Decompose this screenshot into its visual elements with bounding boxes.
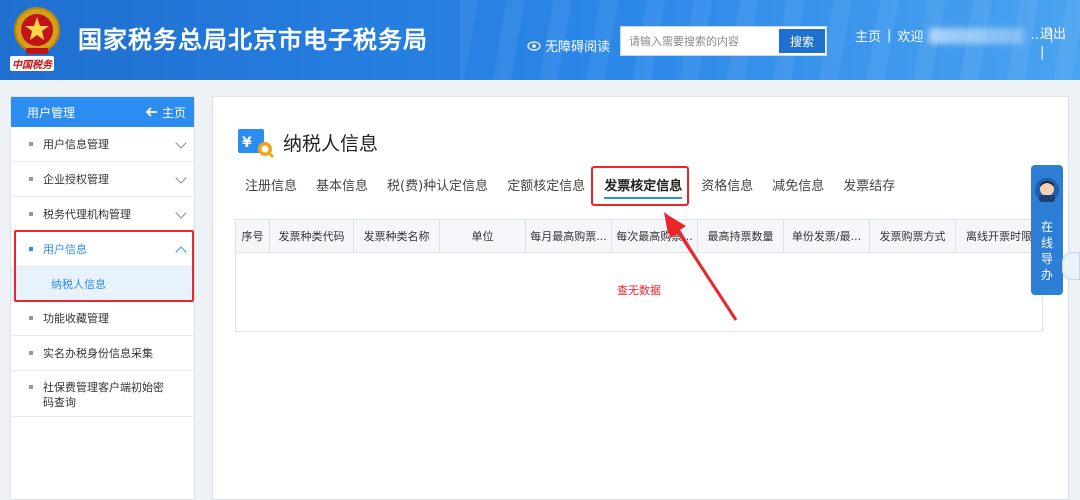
chevron-down-icon — [175, 207, 187, 219]
tab-registration-info[interactable]: 注册信息 — [245, 177, 297, 199]
search-button[interactable]: 搜索 — [779, 29, 825, 53]
chevron-down-icon — [175, 172, 187, 184]
column-header[interactable]: 每月最高购票... — [526, 220, 612, 252]
column-header[interactable]: 序号 — [236, 220, 270, 252]
divider: | — [887, 28, 892, 43]
column-header[interactable]: 单位 — [440, 220, 526, 252]
eye-icon — [527, 40, 541, 51]
highlight-box-sidebar — [14, 230, 194, 302]
tab-qualification-info[interactable]: 资格信息 — [701, 177, 753, 199]
search-box: 搜索 — [620, 26, 827, 56]
column-header[interactable]: 单份发票/最... — [784, 220, 870, 252]
home-link[interactable]: 主页 — [855, 26, 881, 45]
tab-quota-info[interactable]: 定额核定信息 — [507, 177, 585, 199]
bullet-icon — [29, 351, 33, 355]
welcome-text: 欢迎 — [897, 30, 924, 45]
sidebar-item-tax-agency[interactable]: 税务代理机构管理 — [11, 197, 194, 232]
invoice-table: 序号 发票种类代码 发票种类名称 单位 每月最高购票... 每次最高购票... … — [235, 219, 1043, 332]
tab-tax-type-info[interactable]: 税(费)种认定信息 — [387, 177, 488, 199]
logout-link[interactable]: 退出 | — [1040, 26, 1066, 62]
bullet-icon — [29, 177, 33, 181]
tab-exemption-info[interactable]: 减免信息 — [772, 177, 824, 199]
sidebar-home-link[interactable]: 主页 — [145, 104, 186, 121]
top-header: 中国税务 国家税务总局北京市电子税务局 无障碍阅读 搜索 主页 | 欢迎 … |… — [0, 0, 1080, 80]
empty-message: 查无数据 — [617, 284, 661, 297]
service-agent-icon — [1035, 178, 1059, 202]
accessibility-label: 无障碍阅读 — [545, 40, 611, 55]
tax-info-icon: ¥ — [238, 129, 275, 159]
tab-bar: 注册信息 基本信息 税(费)种认定信息 定额核定信息 发票核定信息 资格信息 减… — [245, 177, 914, 199]
page-title: 纳税人信息 — [283, 133, 379, 155]
column-header[interactable]: 每次最高购票... — [612, 220, 698, 252]
main-panel: ¥ 纳税人信息 注册信息 基本信息 税(费)种认定信息 定额核定信息 发票核定信… — [212, 96, 1069, 500]
svg-text:¥: ¥ — [242, 135, 252, 151]
help-label: 在线导办 — [1040, 220, 1053, 282]
highlight-box-tab — [591, 166, 689, 206]
bullet-icon — [29, 142, 33, 146]
national-emblem-icon — [14, 7, 60, 54]
column-header[interactable]: 发票种类名称 — [354, 220, 440, 252]
sidebar-item-social-security-password[interactable]: 社保费管理客户端初始密码查询 — [11, 371, 194, 417]
back-arrow-icon — [145, 107, 157, 117]
accessibility-link[interactable]: 无障碍阅读 — [527, 36, 610, 55]
bullet-icon — [29, 316, 33, 320]
side-collapse-tab[interactable] — [1062, 252, 1080, 280]
bullet-icon — [29, 385, 33, 389]
sidebar-item-favorites[interactable]: 功能收藏管理 — [11, 301, 194, 336]
sidebar-header: 用户管理 主页 — [11, 97, 194, 127]
sidebar-item-user-info-management[interactable]: 用户信息管理 — [11, 127, 194, 162]
search-input[interactable] — [629, 27, 774, 55]
chevron-down-icon — [175, 137, 187, 149]
online-help-widget[interactable]: 在线导办 — [1031, 165, 1063, 295]
site-title: 国家税务总局北京市电子税务局 — [78, 26, 428, 54]
bullet-icon — [29, 212, 33, 216]
emblem-caption: 中国税务 — [10, 56, 54, 71]
table-header: 序号 发票种类代码 发票种类名称 单位 每月最高购票... 每次最高购票... … — [236, 220, 1042, 253]
sidebar-item-realname-collection[interactable]: 实名办税身份信息采集 — [11, 336, 194, 371]
top-links: 主页 | 欢迎 … | — [855, 26, 1054, 45]
sidebar-item-enterprise-auth[interactable]: 企业授权管理 — [11, 162, 194, 197]
blurred-username — [929, 27, 1025, 44]
tab-invoice-balance[interactable]: 发票结存 — [843, 177, 895, 199]
tab-basic-info[interactable]: 基本信息 — [316, 177, 368, 199]
column-header[interactable]: 发票购票方式 — [870, 220, 956, 252]
column-header[interactable]: 最高持票数量 — [698, 220, 784, 252]
column-header[interactable]: 离线开票时限 — [956, 220, 1042, 252]
sidebar-title: 用户管理 — [27, 105, 76, 120]
column-header[interactable]: 发票种类代码 — [270, 220, 354, 252]
